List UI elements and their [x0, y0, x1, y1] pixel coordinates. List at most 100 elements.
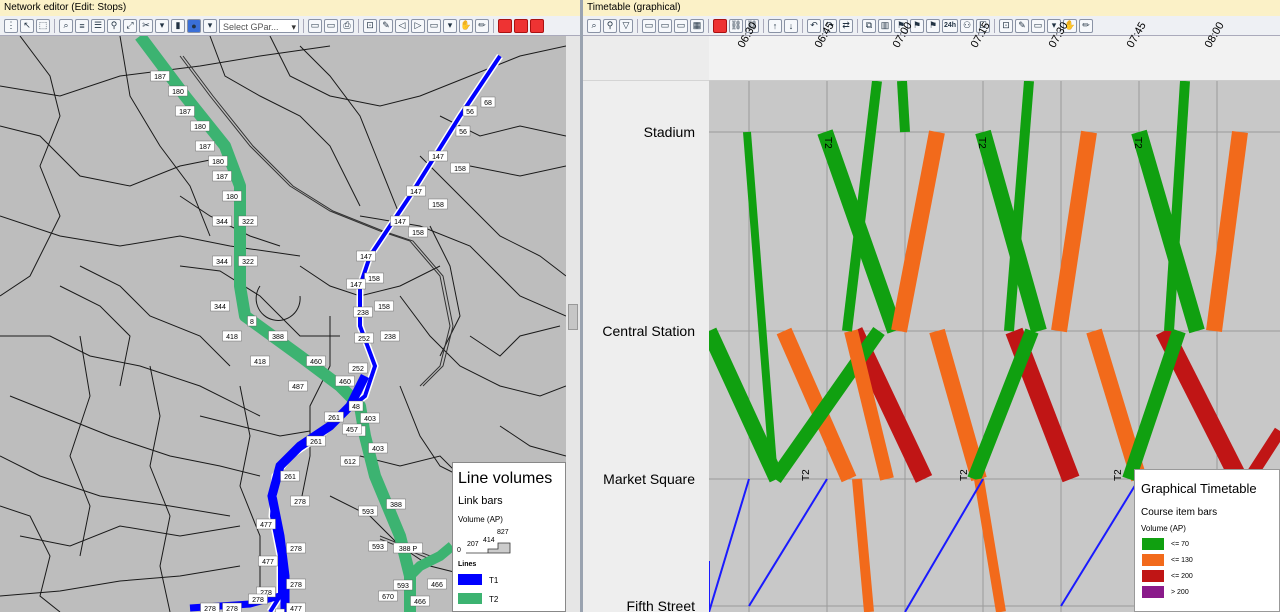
trip-bar[interactable]	[852, 478, 874, 612]
dropdown-arrow-icon[interactable]: ▾	[443, 18, 457, 33]
split-icon[interactable]: ✂	[139, 18, 153, 33]
stop-red-icon[interactable]	[713, 18, 727, 33]
line-label-t2: T2	[1132, 137, 1143, 149]
binoculars-icon[interactable]: ⌕	[587, 18, 601, 33]
legend-subtitle: Link bars	[458, 495, 503, 507]
layers-icon[interactable]: ☰	[91, 18, 105, 33]
wrench-icon[interactable]: ✎	[1015, 18, 1029, 33]
trip-bar[interactable]	[1051, 130, 1097, 333]
forward-arrow-icon[interactable]: ▷	[411, 18, 425, 33]
legend-class-1-label: <= 70	[1171, 541, 1189, 548]
funnel-icon[interactable]: ▽	[619, 18, 633, 33]
link-volume-label: 344	[216, 259, 228, 266]
sort-down-icon[interactable]: ↓	[784, 18, 798, 33]
dropdown-arrow-icon[interactable]: ▾	[203, 18, 217, 33]
trip-bar[interactable]	[974, 478, 1006, 612]
vertical-scrollbar[interactable]	[566, 36, 580, 612]
drag-handle-icon[interactable]: ⋮	[4, 18, 18, 33]
print-icon[interactable]: ⎙	[340, 18, 354, 33]
pan-hand-icon[interactable]: ✋	[459, 18, 473, 33]
zoom-extent-icon[interactable]: ⊡	[999, 18, 1013, 33]
globe-icon[interactable]: ●	[187, 18, 201, 33]
users-icon[interactable]: ⚇	[960, 18, 974, 33]
link-volume-label: 261	[284, 474, 296, 481]
view-icon[interactable]: ▭	[1031, 18, 1045, 33]
cursor-icon[interactable]: ↖	[20, 18, 34, 33]
legend-scale-0: 0	[457, 547, 461, 554]
filter-icon[interactable]: ⚲	[107, 18, 121, 33]
link-volume-label: 418	[254, 359, 266, 366]
graphic-parameter-select[interactable]: Select GPar...	[219, 18, 299, 34]
graphical-timetable-legend: Graphical Timetable Course item bars Vol…	[1134, 469, 1280, 612]
legend-label-t2: T2	[489, 595, 499, 604]
sort-up-icon[interactable]: ↑	[768, 18, 782, 33]
window-tile-icon[interactable]: ▭	[674, 18, 688, 33]
link-volume-label: 158	[432, 202, 444, 209]
wrench-icon[interactable]: ✎	[379, 18, 393, 33]
legend-swatch-class-3	[1142, 570, 1164, 582]
trip-bar[interactable]	[1122, 328, 1186, 482]
link-volume-label: 158	[454, 166, 466, 173]
chart-icon[interactable]: ▮	[171, 18, 185, 33]
open-folder-icon[interactable]: ▭	[308, 18, 322, 33]
legend-lines-label: Lines	[458, 561, 477, 568]
zoom-extent-icon[interactable]: ⊡	[363, 18, 377, 33]
view-icon[interactable]: ▭	[427, 18, 441, 33]
trip-line[interactable]	[1060, 478, 1140, 607]
toolbar-separator	[802, 18, 803, 33]
trip-bar[interactable]	[1206, 130, 1248, 333]
filter-icon[interactable]: ⚲	[603, 18, 617, 33]
list-icon[interactable]: ≡	[75, 18, 89, 33]
timetable-title: Timetable (graphical)	[583, 0, 1280, 17]
save-folder-icon[interactable]: ▭	[324, 18, 338, 33]
link-volume-label: 670	[382, 594, 394, 601]
legend-swatch-class-4	[1142, 586, 1164, 598]
grid-icon[interactable]: ▦	[690, 18, 704, 33]
stop-red-icon[interactable]	[530, 18, 544, 33]
trip-line[interactable]	[904, 478, 984, 612]
timetable-corner	[583, 36, 710, 80]
copy-icon[interactable]: ⧉	[862, 18, 876, 33]
link-volume-label: 278	[290, 582, 302, 589]
toolbar-separator	[857, 18, 858, 33]
binoculars-icon[interactable]: ⌕	[59, 18, 73, 33]
link-volume-label: 8	[250, 319, 254, 326]
link-volume-label: 261	[328, 415, 340, 422]
trip-bar[interactable]	[897, 81, 910, 133]
link-volume-label: 418	[226, 334, 238, 341]
record-icon[interactable]	[498, 18, 512, 33]
back-arrow-icon[interactable]: ◁	[395, 18, 409, 33]
24h-toggle[interactable]: 24h	[942, 18, 958, 33]
link-icon[interactable]: ⛓	[729, 18, 743, 33]
link-volume-labels: 187 180 187 180 187 180 187 180 344 322 344 322 344 8…	[150, 70, 496, 612]
link-volume-label: 593	[372, 544, 384, 551]
toolbar-separator	[708, 18, 709, 33]
toolbar-separator	[994, 18, 995, 33]
trip-line[interactable]	[709, 478, 750, 612]
pencil-icon[interactable]: ✏	[475, 18, 489, 33]
pencil-icon[interactable]: ✏	[1079, 18, 1093, 33]
link-volume-label: 477	[262, 559, 274, 566]
select-rect-icon[interactable]: ⬚	[36, 18, 50, 33]
columns-icon[interactable]: ▥	[878, 18, 892, 33]
link-volume-label: 261	[310, 439, 322, 446]
link-volume-label: 238	[357, 310, 369, 317]
scrollbar-thumb[interactable]	[568, 304, 578, 330]
window-icon[interactable]: ▭	[642, 18, 656, 33]
dropdown-menu-icon[interactable]: ▾	[155, 18, 169, 33]
grid-red-icon[interactable]	[514, 18, 528, 33]
legend-title: Graphical Timetable	[1141, 481, 1257, 496]
link-volume-label: 187	[199, 144, 211, 151]
link-volume-label: 612	[344, 459, 356, 466]
link-volume-label: 278	[204, 606, 216, 612]
link-volume-label: 158	[412, 230, 424, 237]
legend-swatch-class-1	[1142, 538, 1164, 550]
swap-icon[interactable]: ⇄	[839, 18, 853, 33]
flag-edit-icon[interactable]: ⚑	[926, 18, 940, 33]
trip-bar[interactable]	[929, 328, 987, 482]
trip-line[interactable]	[748, 478, 828, 607]
line-label-t2: T2	[801, 469, 812, 481]
link-volume-label: 48	[352, 404, 360, 411]
window-split-icon[interactable]: ▭	[658, 18, 672, 33]
edit-link-icon[interactable]: ⤢	[123, 18, 137, 33]
